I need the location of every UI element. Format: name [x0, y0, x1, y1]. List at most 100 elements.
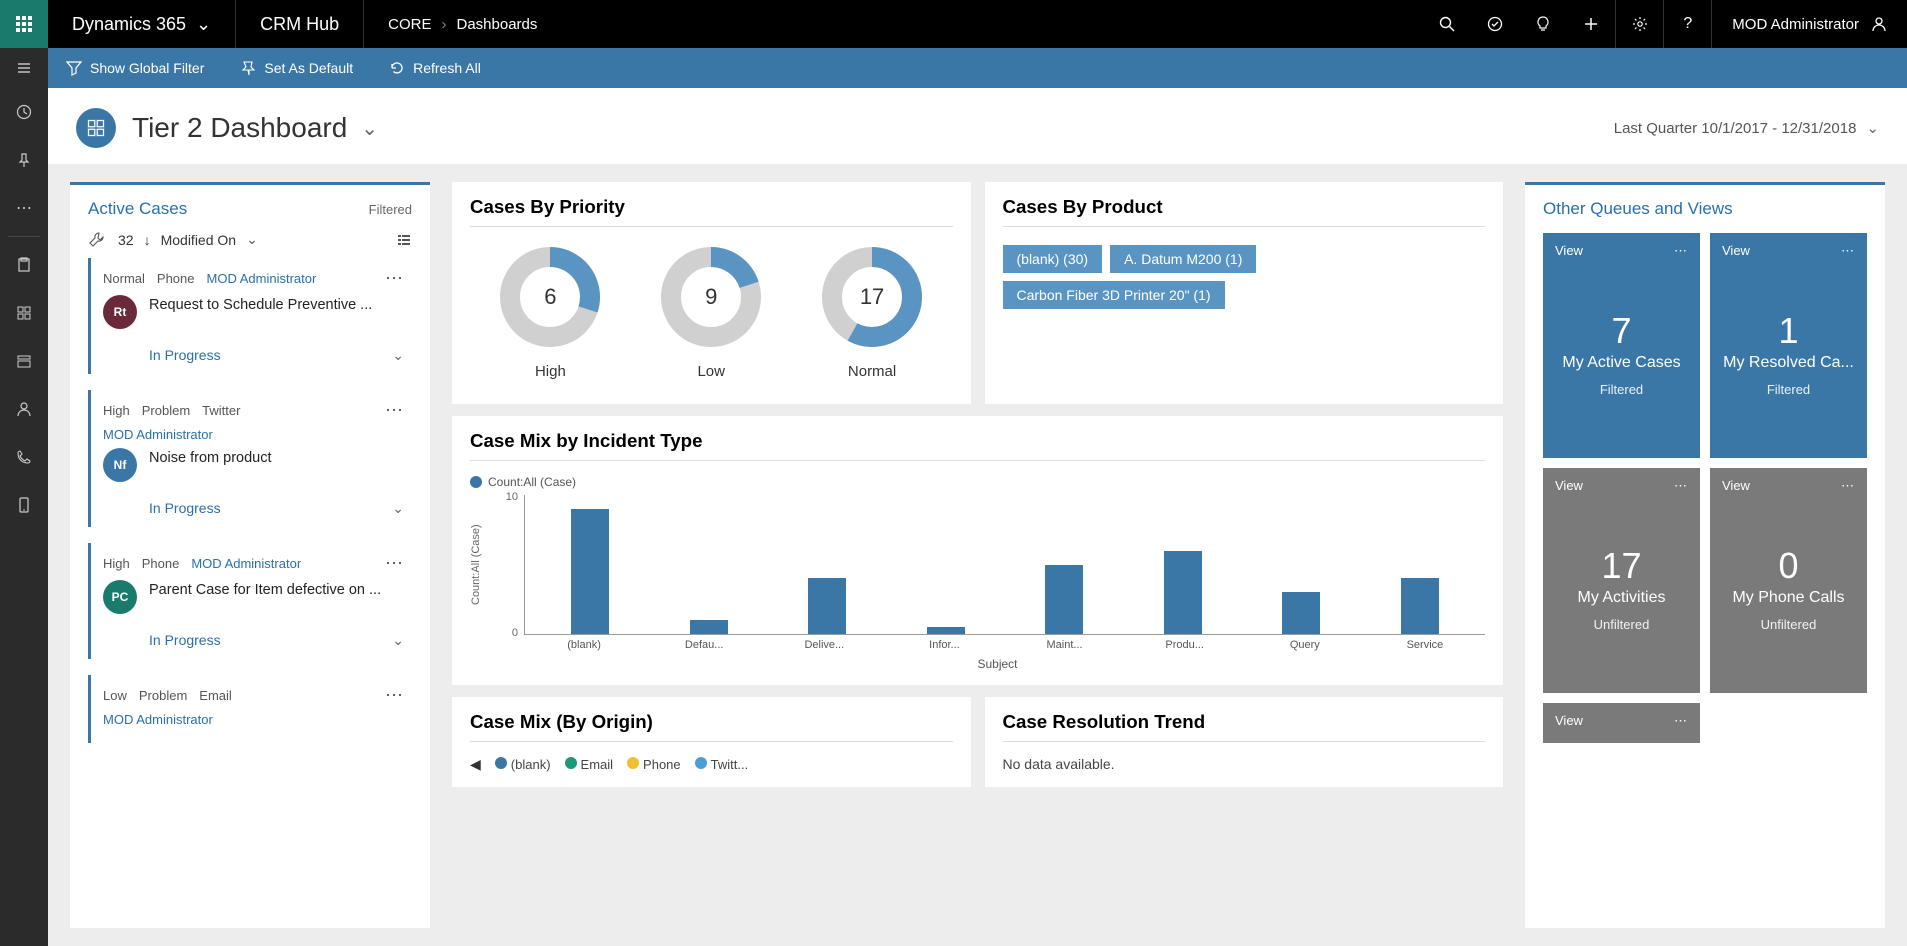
wrench-icon[interactable] — [88, 232, 104, 248]
case-card[interactable]: Normal Phone MOD Administrator ⋯ Rt Requ… — [88, 258, 412, 374]
chevron-down-icon[interactable]: ⌄ — [246, 231, 258, 248]
queue-tile[interactable]: View ⋯ 0 My Phone Calls Unfiltered — [1710, 468, 1867, 693]
nav-queues-icon[interactable] — [0, 337, 48, 385]
chevron-down-icon[interactable]: ⌄ — [392, 347, 404, 364]
donut-chart[interactable]: 17 Normal — [820, 245, 924, 380]
lightbulb-icon[interactable] — [1519, 0, 1567, 48]
sort-field[interactable]: Modified On — [161, 232, 236, 248]
case-status: In Progress — [149, 632, 221, 649]
case-origin: Problem — [139, 688, 187, 703]
donut-chart[interactable]: 6 High — [498, 245, 602, 380]
chevron-down-icon[interactable]: ⌄ — [392, 500, 404, 517]
product-tag[interactable]: (blank) (30) — [1003, 245, 1103, 273]
nav-pinned-icon[interactable] — [0, 136, 48, 184]
bar[interactable] — [808, 578, 846, 634]
case-card[interactable]: High Problem Twitter ⋯ MOD Administrator… — [88, 390, 412, 527]
case-owner[interactable]: MOD Administrator — [207, 271, 317, 286]
case-card[interactable]: Low Problem Email ⋯ MOD Administrator — [88, 675, 412, 743]
queue-tile[interactable]: View ⋯ 7 My Active Cases Filtered — [1543, 233, 1700, 458]
nav-recent-icon[interactable] — [0, 88, 48, 136]
legend-item[interactable]: Twitt... — [695, 757, 749, 772]
active-cases-panel: Active Cases Filtered 32 ↓ Modified On ⌄… — [70, 182, 430, 928]
bar[interactable] — [927, 627, 965, 634]
cases-by-priority-panel: Cases By Priority 6 High 9 Low — [452, 182, 971, 404]
more-icon[interactable]: ⋯ — [1674, 713, 1688, 729]
nav-more-icon[interactable]: ⋯ — [0, 184, 48, 232]
case-status: In Progress — [149, 500, 221, 517]
brand-dropdown[interactable]: Dynamics 365 ⌄ — [48, 0, 236, 48]
case-owner[interactable]: MOD Administrator — [191, 556, 301, 571]
app-name: CRM Hub — [236, 0, 364, 48]
donut-chart[interactable]: 9 Low — [659, 245, 763, 380]
queue-tile[interactable]: View ⋯ 1 My Resolved Ca... Filtered — [1710, 233, 1867, 458]
tile-view-link[interactable]: View — [1555, 713, 1583, 729]
filter-icon — [66, 60, 82, 76]
tile-view-link[interactable]: View — [1555, 243, 1583, 259]
legend-item[interactable]: (blank) — [495, 757, 551, 772]
breadcrumb-current[interactable]: Dashboards — [457, 16, 538, 33]
chevron-down-icon: ⌄ — [361, 116, 378, 141]
nav-clipboard-icon[interactable] — [0, 241, 48, 289]
more-icon[interactable]: ⋯ — [1674, 478, 1688, 494]
refresh-all-button[interactable]: Refresh All — [371, 60, 499, 76]
cmd-label: Refresh All — [413, 60, 481, 76]
bar[interactable] — [1164, 551, 1202, 634]
chart-title: Cases By Product — [1003, 196, 1486, 218]
x-tick-label: Delive... — [798, 639, 850, 651]
legend-item[interactable]: Email — [565, 757, 614, 772]
more-icon[interactable]: ⋯ — [1674, 243, 1688, 259]
case-list: Normal Phone MOD Administrator ⋯ Rt Requ… — [88, 258, 412, 759]
show-global-filter-button[interactable]: Show Global Filter — [48, 60, 222, 76]
list-view-icon[interactable] — [396, 232, 412, 248]
bar[interactable] — [690, 620, 728, 634]
case-owner[interactable]: MOD Administrator — [103, 427, 213, 442]
tile-view-link[interactable]: View — [1722, 243, 1750, 259]
nav-dashboard-icon[interactable] — [0, 289, 48, 337]
product-tag[interactable]: A. Datum M200 (1) — [1110, 245, 1256, 273]
dashboard-title-dropdown[interactable]: Tier 2 Dashboard ⌄ — [132, 112, 378, 144]
case-priority: High — [103, 403, 130, 418]
chevron-down-icon[interactable]: ⌄ — [392, 632, 404, 649]
prev-arrow-icon[interactable]: ◀ — [470, 756, 481, 773]
queue-tile[interactable]: View ⋯ 17 My Activities Unfiltered — [1543, 468, 1700, 693]
no-data-message: No data available. — [1003, 756, 1486, 772]
product-tag[interactable]: Carbon Fiber 3D Printer 20" (1) — [1003, 281, 1225, 309]
nav-device-icon[interactable] — [0, 481, 48, 529]
sort-arrow-icon[interactable]: ↓ — [144, 232, 151, 248]
nav-toggle-button[interactable] — [0, 48, 48, 88]
cases-by-product-panel: Cases By Product (blank) (30)A. Datum M2… — [985, 182, 1504, 404]
legend-swatch-icon — [695, 757, 707, 769]
bar[interactable] — [1282, 592, 1320, 634]
more-icon[interactable]: ⋯ — [385, 400, 404, 421]
more-icon[interactable]: ⋯ — [385, 553, 404, 574]
bar[interactable] — [1401, 578, 1439, 634]
nav-phone-icon[interactable] — [0, 433, 48, 481]
more-icon[interactable]: ⋯ — [1841, 243, 1855, 259]
queue-tile[interactable]: View ⋯ — [1543, 703, 1700, 743]
search-icon[interactable] — [1423, 0, 1471, 48]
nav-contacts-icon[interactable] — [0, 385, 48, 433]
brand-label: Dynamics 365 — [72, 14, 186, 35]
bar[interactable] — [1045, 565, 1083, 635]
legend-item[interactable]: Phone — [627, 757, 681, 772]
user-name: MOD Administrator — [1732, 16, 1859, 33]
tile-view-link[interactable]: View — [1555, 478, 1583, 494]
set-default-button[interactable]: Set As Default — [222, 60, 371, 76]
help-icon[interactable]: ? — [1663, 0, 1711, 48]
settings-gear-icon[interactable] — [1615, 0, 1663, 48]
app-launcher-button[interactable] — [0, 0, 48, 48]
bar[interactable] — [571, 509, 609, 634]
tile-view-link[interactable]: View — [1722, 478, 1750, 494]
legend-swatch-icon — [627, 757, 639, 769]
task-clock-icon[interactable] — [1471, 0, 1519, 48]
more-icon[interactable]: ⋯ — [385, 685, 404, 706]
date-range-dropdown[interactable]: Last Quarter 10/1/2017 - 12/31/2018 ⌄ — [1614, 119, 1879, 137]
case-card[interactable]: High Phone MOD Administrator ⋯ PC Parent… — [88, 543, 412, 659]
more-icon[interactable]: ⋯ — [1841, 478, 1855, 494]
breadcrumb-root[interactable]: CORE — [388, 16, 431, 33]
add-icon[interactable] — [1567, 0, 1615, 48]
pin-icon — [240, 60, 256, 76]
case-owner[interactable]: MOD Administrator — [103, 712, 213, 727]
user-menu[interactable]: MOD Administrator — [1711, 0, 1907, 48]
more-icon[interactable]: ⋯ — [385, 268, 404, 289]
